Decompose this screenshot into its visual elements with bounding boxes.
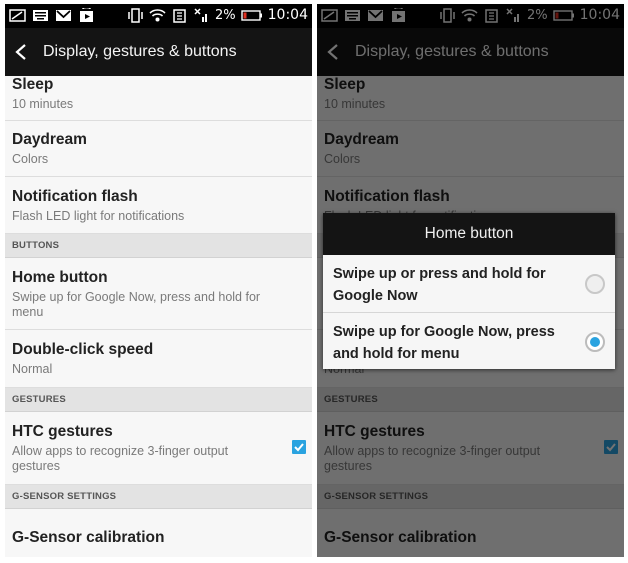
radio-selected[interactable]: [585, 332, 605, 352]
setting-htc-gestures[interactable]: HTC gestures Allow apps to recognize 3-f…: [5, 412, 312, 485]
setting-title: Sleep: [12, 76, 54, 93]
wifi-icon: [149, 9, 166, 22]
battery-low-icon: [240, 10, 262, 21]
setting-value: 10 minutes: [12, 97, 74, 111]
settings-screen: 2% 10:04 Display, gestures & buttons Sle…: [5, 4, 312, 557]
page-title: Display, gestures & buttons: [43, 43, 237, 60]
htc-icon: [9, 9, 26, 22]
no-signal-icon: [194, 8, 208, 22]
setting-home-button[interactable]: Home button Swipe up for Google Now, pre…: [5, 258, 312, 330]
setting-value: Colors: [12, 152, 49, 166]
htc-gestures-checkbox[interactable]: [292, 440, 306, 454]
setting-title: HTC gestures: [12, 423, 113, 440]
setting-gsensor-calibration[interactable]: G-Sensor calibration: [5, 509, 312, 557]
option-label: Swipe up or press and hold for Google No…: [333, 266, 546, 304]
back-arrow-icon[interactable]: [14, 44, 28, 60]
setting-title: Home button: [12, 269, 108, 286]
section-header-gestures: GESTURES: [5, 388, 312, 412]
setting-notification-flash[interactable]: Notification flash Flash LED light for n…: [5, 177, 312, 234]
setting-value: Allow apps to recognize 3-finger output …: [12, 444, 229, 473]
keyboard-icon: [33, 10, 48, 21]
clock: 10:04: [267, 7, 308, 23]
battery-percent: 2%: [215, 8, 236, 23]
setting-daydream[interactable]: Daydream Colors: [5, 121, 312, 177]
section-header-buttons: BUTTONS: [5, 234, 312, 258]
settings-list: Sleep 10 minutes Daydream Colors Notific…: [5, 76, 312, 557]
setting-title: Double-click speed: [12, 341, 154, 358]
vibrate-icon: [128, 8, 143, 23]
settings-screen-with-dialog: 2% 10:04 Display, gestures & buttons Sle…: [317, 4, 624, 557]
dialog-option-menu[interactable]: Swipe up for Google Now, press and hold …: [323, 312, 615, 369]
setting-sleep[interactable]: Sleep 10 minutes: [5, 76, 312, 121]
setting-value: Swipe up for Google Now, press and hold …: [12, 290, 261, 319]
dialog-title: Home button: [323, 213, 615, 255]
setting-value: Normal: [12, 362, 53, 376]
gmail-icon: [56, 10, 71, 21]
setting-title: Notification flash: [12, 188, 138, 205]
setting-title: G-Sensor calibration: [12, 529, 165, 546]
status-bar: 2% 10:04: [5, 4, 312, 28]
setting-title: Daydream: [12, 131, 87, 148]
checkmark-icon: [294, 443, 304, 452]
app-bar: Display, gestures & buttons: [5, 28, 312, 76]
data-sync-icon: [173, 9, 186, 23]
play-store-icon: [80, 8, 93, 22]
setting-double-click-speed[interactable]: Double-click speed Normal: [5, 330, 312, 388]
option-label: Swipe up for Google Now, press and hold …: [333, 324, 555, 362]
screenshot-stage: 2% 10:04 Display, gestures & buttons Sle…: [0, 0, 628, 563]
section-header-gsensor: G-SENSOR SETTINGS: [5, 485, 312, 509]
setting-value: Flash LED light for notifications: [12, 209, 185, 223]
dialog-option-google-now[interactable]: Swipe up or press and hold for Google No…: [323, 255, 615, 312]
radio-unselected[interactable]: [585, 274, 605, 294]
home-button-dialog: Home button Swipe up or press and hold f…: [323, 213, 615, 369]
